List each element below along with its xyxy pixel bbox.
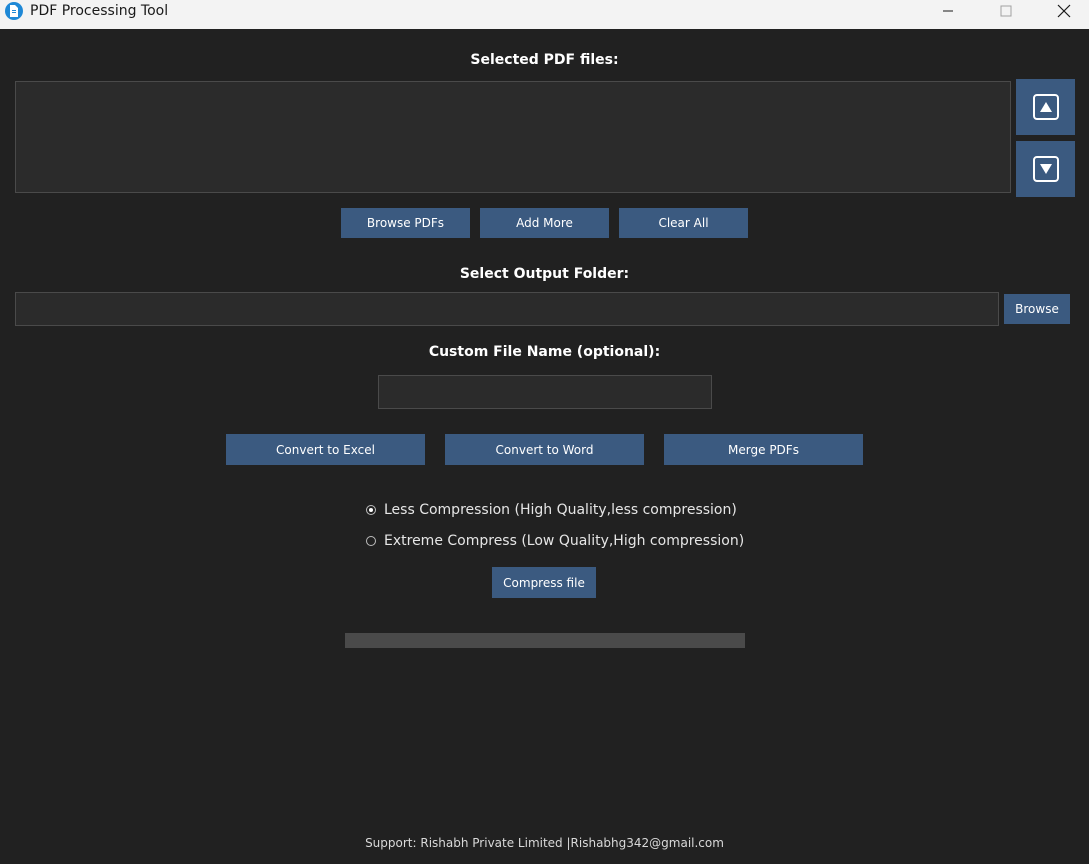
- maximize-icon: [1000, 5, 1012, 17]
- extreme-compression-label: Extreme Compress (Low Quality,High compr…: [384, 533, 745, 549]
- arrow-down-box-icon: [1032, 156, 1059, 182]
- add-more-button[interactable]: Add More: [480, 208, 609, 238]
- radio-button-selected[interactable]: [366, 505, 376, 515]
- extreme-compression-option[interactable]: Extreme Compress (Low Quality,High compr…: [366, 531, 744, 551]
- move-down-button[interactable]: [1016, 141, 1075, 197]
- output-folder-input[interactable]: [15, 292, 999, 326]
- pdf-app-icon: [5, 2, 23, 20]
- minimize-button[interactable]: [919, 0, 977, 22]
- compress-file-button[interactable]: Compress file: [492, 567, 596, 598]
- pdf-file-list[interactable]: [15, 81, 1011, 193]
- title-bar: PDF Processing Tool: [0, 0, 1089, 29]
- less-compression-label: Less Compression (High Quality,less comp…: [384, 502, 737, 518]
- radio-button-unselected[interactable]: [366, 536, 376, 546]
- merge-pdfs-button[interactable]: Merge PDFs: [664, 434, 863, 465]
- custom-file-name-input[interactable]: [378, 375, 712, 409]
- move-up-button[interactable]: [1016, 79, 1075, 135]
- close-icon: [1057, 4, 1071, 18]
- convert-to-excel-button[interactable]: Convert to Excel: [226, 434, 425, 465]
- progress-bar: [345, 633, 745, 648]
- window-title: PDF Processing Tool: [30, 3, 169, 19]
- browse-pdfs-button[interactable]: Browse PDFs: [341, 208, 470, 238]
- browse-output-button[interactable]: Browse: [1004, 294, 1070, 324]
- arrow-up-box-icon: [1032, 94, 1059, 120]
- maximize-button[interactable]: [977, 0, 1035, 22]
- selected-files-label: Selected PDF files:: [470, 52, 619, 68]
- minimize-icon: [943, 10, 953, 12]
- clear-all-button[interactable]: Clear All: [619, 208, 748, 238]
- convert-to-word-button[interactable]: Convert to Word: [445, 434, 644, 465]
- custom-file-name-label: Custom File Name (optional):: [428, 344, 661, 360]
- output-folder-label: Select Output Folder:: [459, 266, 630, 282]
- less-compression-option[interactable]: Less Compression (High Quality,less comp…: [366, 500, 737, 520]
- close-button[interactable]: [1035, 0, 1089, 22]
- support-footer: Support: Rishabh Private Limited |Rishab…: [365, 836, 724, 850]
